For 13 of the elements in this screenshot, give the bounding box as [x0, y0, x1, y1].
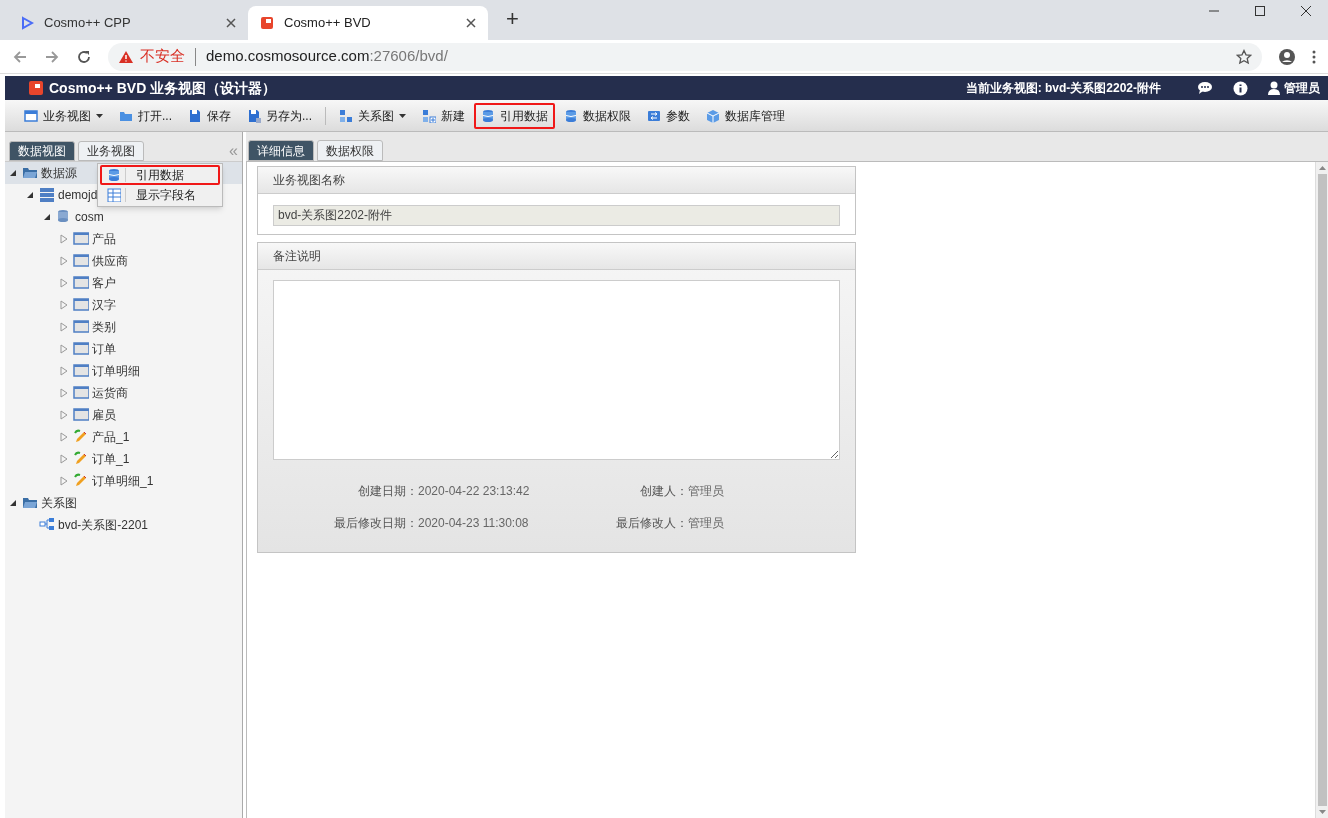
- field-value: 2020-04-22 23:13:42: [418, 483, 531, 500]
- app-title: Cosmo++ BVD 业务视图（设计器）: [49, 78, 277, 98]
- panel-header: 业务视图名称: [258, 167, 855, 194]
- current-view-label: 当前业务视图: bvd-关系图2202-附件: [965, 80, 1161, 97]
- url-text: demo.cosmosource.com:27606/bvd/: [206, 46, 448, 67]
- field-label: 创建日期：: [358, 483, 418, 500]
- field-value: 管理员: [688, 515, 725, 532]
- security-label: 不安全: [140, 46, 185, 67]
- field-label: 最后修改人：: [615, 515, 688, 532]
- field-value: 管理员: [688, 483, 725, 500]
- field-value: 2020-04-23 11:30:08: [418, 515, 530, 532]
- field-label: 最后修改日期：: [334, 515, 418, 532]
- field-label: 创建人：: [639, 483, 688, 500]
